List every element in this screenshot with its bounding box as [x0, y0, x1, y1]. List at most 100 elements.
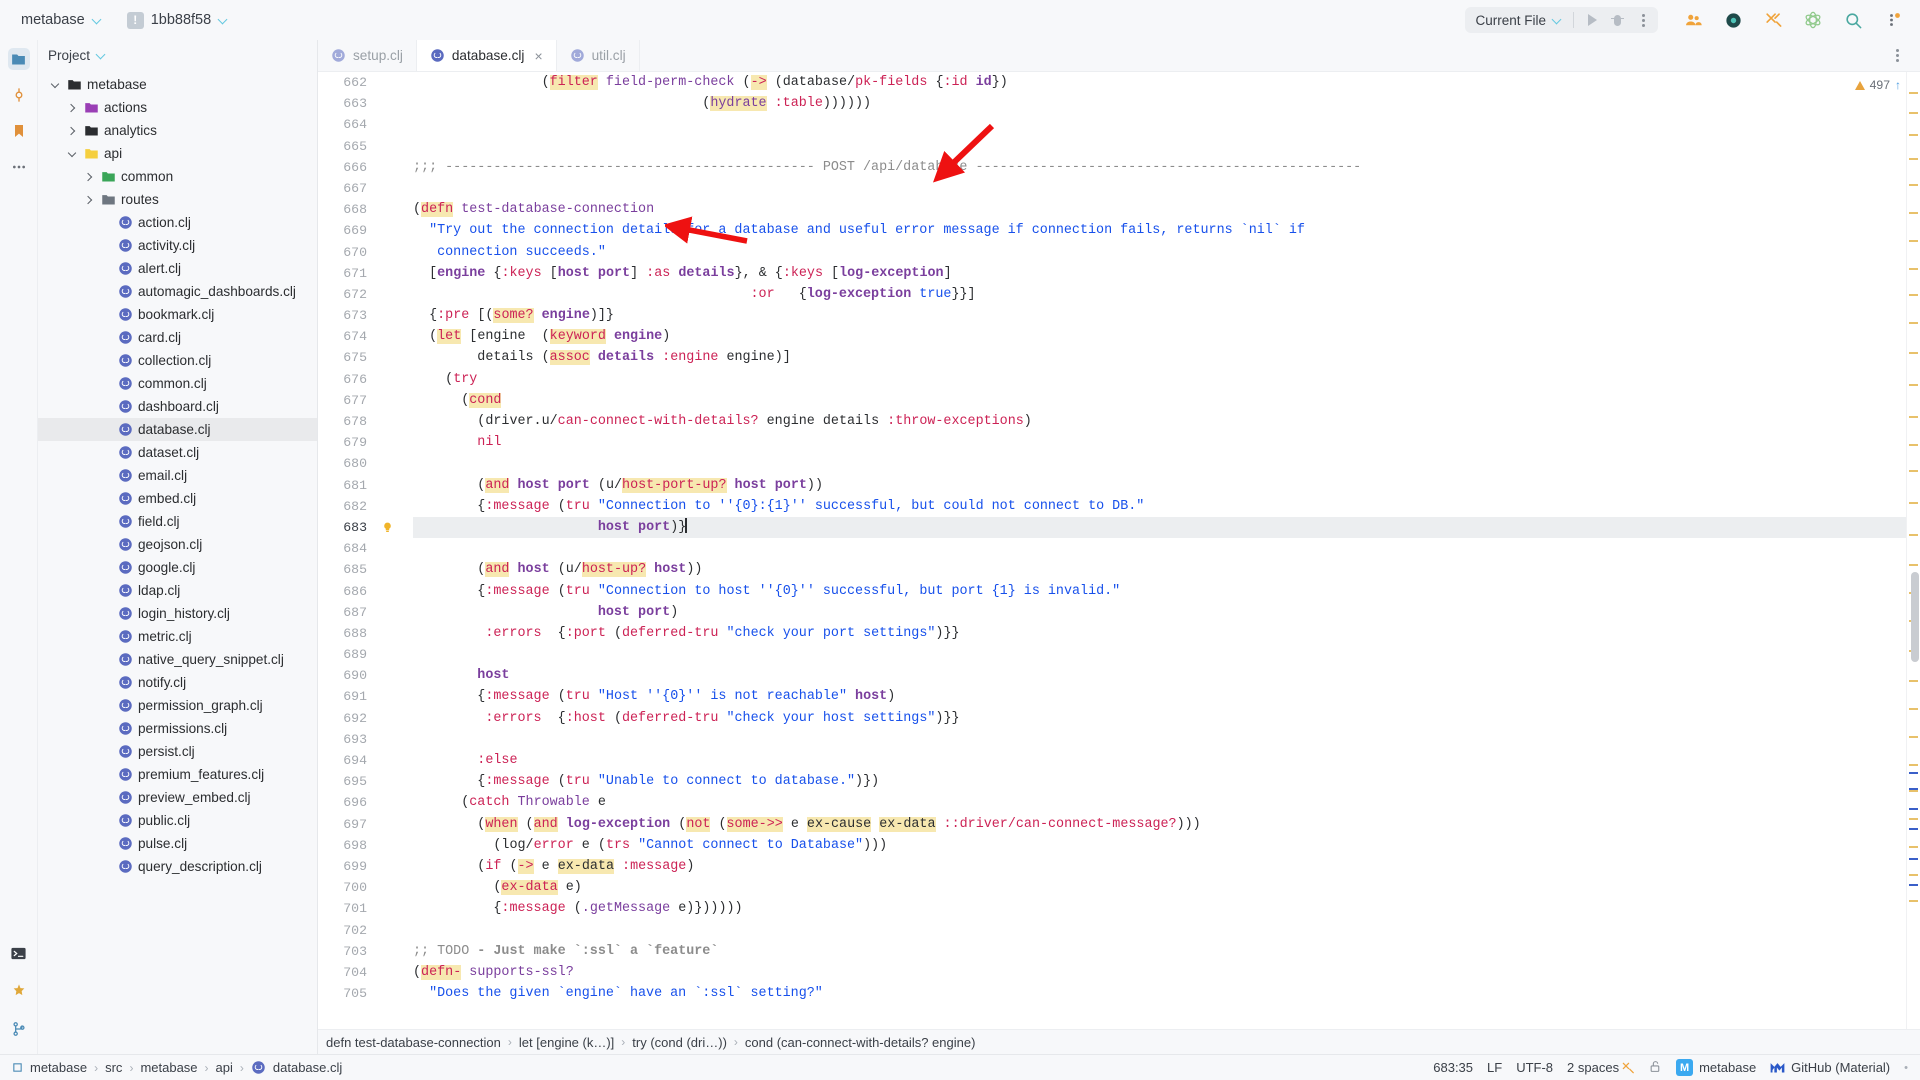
error-stripe-mark[interactable]	[1909, 240, 1918, 242]
tree-item-api[interactable]: api	[38, 142, 317, 165]
code-line[interactable]	[413, 644, 1906, 665]
code-line[interactable]: (hydrate :table))))))	[413, 93, 1906, 114]
tree-item-automagic-dashboards-clj[interactable]: automagic_dashboards.clj	[38, 280, 317, 303]
record-icon[interactable]	[1720, 7, 1746, 33]
tab-util-clj[interactable]: util.clj	[557, 40, 640, 71]
indent-setting[interactable]: 2 spaces	[1567, 1060, 1635, 1075]
tree-item-login-history-clj[interactable]: login_history.clj	[38, 602, 317, 625]
gutter-icon-slot[interactable]	[376, 729, 398, 750]
code-line[interactable]: :or {log-exception true}}]	[413, 284, 1906, 305]
tree-item-action-clj[interactable]: action.clj	[38, 211, 317, 234]
chevron-down-icon[interactable]	[65, 147, 79, 161]
code-editor[interactable]: 6626636646656666676686696706716726736746…	[318, 72, 1920, 1029]
gutter-icon-slot[interactable]	[376, 347, 398, 368]
tree-item-dashboard-clj[interactable]: dashboard.clj	[38, 395, 317, 418]
tree-item-premium-features-clj[interactable]: premium_features.clj	[38, 763, 317, 786]
sidebar-item-more[interactable]	[8, 156, 30, 178]
gutter-icon-slot[interactable]	[376, 623, 398, 644]
tree-item-embed-clj[interactable]: embed.clj	[38, 487, 317, 510]
code-line[interactable]: {:message (.getMessage e)})))))	[413, 898, 1906, 919]
chevron-right-icon[interactable]	[65, 101, 79, 115]
tree-item-analytics[interactable]: analytics	[38, 119, 317, 142]
code-line[interactable]: {:pre [(some? engine)]}	[413, 305, 1906, 326]
error-stripe-mark[interactable]	[1909, 158, 1918, 160]
gutter-icon-slot[interactable]	[376, 941, 398, 962]
error-stripe-mark[interactable]	[1909, 268, 1918, 270]
previous-problem-icon[interactable]: ↑	[1895, 78, 1901, 92]
path-segment[interactable]: metabase	[30, 1060, 87, 1075]
tree-item-query-description-clj[interactable]: query_description.clj	[38, 855, 317, 878]
error-stripe-mark[interactable]	[1909, 808, 1918, 810]
tree-item-google-clj[interactable]: google.clj	[38, 556, 317, 579]
error-stripe-mark[interactable]	[1909, 858, 1918, 860]
gutter-icon-slot[interactable]	[376, 263, 398, 284]
code-line[interactable]: (let [engine (keyword engine)	[413, 326, 1906, 347]
editor-tabs-more-icon[interactable]	[1884, 43, 1910, 69]
code-line[interactable]: :errors {:host (deferred-tru "check your…	[413, 708, 1906, 729]
chevron-down-icon[interactable]	[48, 78, 62, 92]
code-line[interactable]: ;; TODO - Just make `:ssl` a `feature`	[413, 941, 1906, 962]
gutter-icon-slot[interactable]	[376, 93, 398, 114]
tree-item-metric-clj[interactable]: metric.clj	[38, 625, 317, 648]
tree-item-activity-clj[interactable]: activity.clj	[38, 234, 317, 257]
chevron-right-icon[interactable]	[65, 124, 79, 138]
run-button[interactable]	[1578, 7, 1604, 33]
gutter-icon-slot[interactable]	[376, 72, 398, 93]
unlocked-icon[interactable]	[1649, 1059, 1662, 1077]
gutter-icon-slot[interactable]	[376, 326, 398, 347]
tab-setup-clj[interactable]: setup.clj	[318, 40, 417, 71]
gutter-icon-slot[interactable]	[376, 708, 398, 729]
path-segment[interactable]: api	[216, 1060, 233, 1075]
tree-item-public-clj[interactable]: public.clj	[38, 809, 317, 832]
people-icon[interactable]	[1680, 7, 1706, 33]
tree-item-bookmark-clj[interactable]: bookmark.clj	[38, 303, 317, 326]
error-stripe-mark[interactable]	[1909, 92, 1918, 94]
gutter-icon-slot[interactable]	[376, 538, 398, 559]
gutter-icon-slot[interactable]	[376, 453, 398, 474]
gutter-icon-slot[interactable]	[376, 792, 398, 813]
branch-selector[interactable]: ! 1bb88f58	[120, 9, 236, 32]
error-stripe-mark[interactable]	[1909, 212, 1918, 214]
code-line[interactable]: "Try out the connection details for a da…	[413, 220, 1906, 241]
git-tool-icon[interactable]	[8, 1018, 30, 1040]
code-line[interactable]: {:message (tru "Host ''{0}'' is not reac…	[413, 686, 1906, 707]
inspection-widget[interactable]: 497 ↑ ↓	[1855, 78, 1912, 92]
gutter-icon-slot[interactable]	[376, 496, 398, 517]
project-tree[interactable]: metabaseactionsanalyticsapicommonroutesa…	[38, 70, 317, 1054]
editor-tabs[interactable]: setup.cljdatabase.clj×util.clj	[318, 40, 1920, 72]
tree-item-permission-graph-clj[interactable]: permission_graph.clj	[38, 694, 317, 717]
code-line[interactable]: (log/error e (trs "Cannot connect to Dat…	[413, 835, 1906, 856]
code-line[interactable]	[413, 178, 1906, 199]
code-line[interactable]: "Does the given `engine` have an `:ssl` …	[413, 983, 1906, 1004]
sidebar-item-bookmarks[interactable]	[8, 120, 30, 142]
code-line[interactable]: connection succeeds."	[413, 242, 1906, 263]
path-segment[interactable]: src	[105, 1060, 122, 1075]
close-icon[interactable]: ×	[534, 48, 542, 64]
gutter-icon-slot[interactable]	[376, 856, 398, 877]
inspections-tool-icon[interactable]	[8, 980, 30, 1002]
code-line[interactable]: [engine {:keys [host port] :as details},…	[413, 263, 1906, 284]
code-line[interactable]	[413, 114, 1906, 135]
code-line[interactable]: (driver.u/can-connect-with-details? engi…	[413, 411, 1906, 432]
run-more-button[interactable]	[1630, 7, 1656, 33]
breadcrumb-item[interactable]: cond (can-connect-with-details? engine)	[745, 1035, 976, 1050]
gutter-icon-slot[interactable]	[376, 898, 398, 919]
error-stripe-mark[interactable]	[1909, 294, 1918, 296]
tree-item-ldap-clj[interactable]: ldap.clj	[38, 579, 317, 602]
code-line[interactable]: (when (and log-exception (not (some->> e…	[413, 814, 1906, 835]
error-stripe-mark[interactable]	[1909, 534, 1918, 536]
error-stripe-mark[interactable]	[1909, 764, 1918, 766]
gutter-icon-slot[interactable]	[376, 814, 398, 835]
project-tool-window-header[interactable]: Project	[38, 40, 317, 70]
error-stripe-mark[interactable]	[1909, 112, 1918, 114]
gutter-icon-slot[interactable]	[376, 835, 398, 856]
error-stripe-mark[interactable]	[1909, 900, 1918, 902]
code-line[interactable]: {:message (tru "Connection to host ''{0}…	[413, 581, 1906, 602]
code-line[interactable]: (defn test-database-connection	[413, 199, 1906, 220]
tree-item-database-clj[interactable]: database.clj	[38, 418, 317, 441]
code-line[interactable]	[413, 729, 1906, 750]
sidebar-item-project[interactable]	[8, 48, 30, 70]
fold-region-gutter[interactable]	[398, 72, 411, 1029]
error-stripe-mark[interactable]	[1909, 884, 1918, 886]
error-stripe-mark[interactable]	[1909, 184, 1918, 186]
